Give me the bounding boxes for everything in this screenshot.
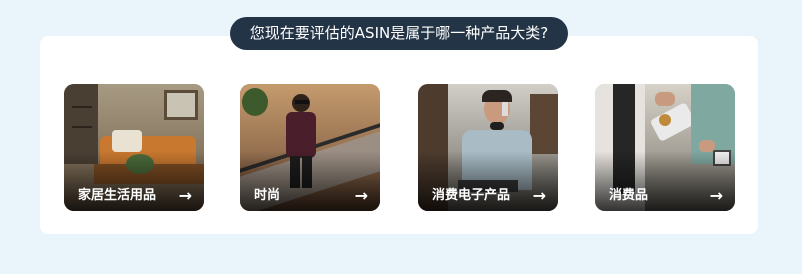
category-label: 时尚 bbox=[254, 188, 281, 203]
arrow-right-icon: → bbox=[354, 186, 368, 205]
category-card-consumables[interactable]: 消费品 → bbox=[595, 84, 735, 211]
arrow-right-icon: → bbox=[178, 186, 192, 205]
category-label: 家居生活用品 bbox=[78, 188, 157, 203]
category-card-home[interactable]: 家居生活用品 → bbox=[64, 84, 204, 211]
category-card-electronics[interactable]: 消费电子产品 → bbox=[418, 84, 558, 211]
arrow-right-icon: → bbox=[709, 186, 723, 205]
arrow-right-icon: → bbox=[532, 186, 546, 205]
category-card-fashion[interactable]: 时尚 → bbox=[240, 84, 380, 211]
category-label: 消费电子产品 bbox=[432, 188, 511, 203]
question-title: 您现在要评估的ASIN是属于哪一种产品大类? bbox=[230, 17, 568, 50]
category-label: 消费品 bbox=[609, 188, 649, 203]
